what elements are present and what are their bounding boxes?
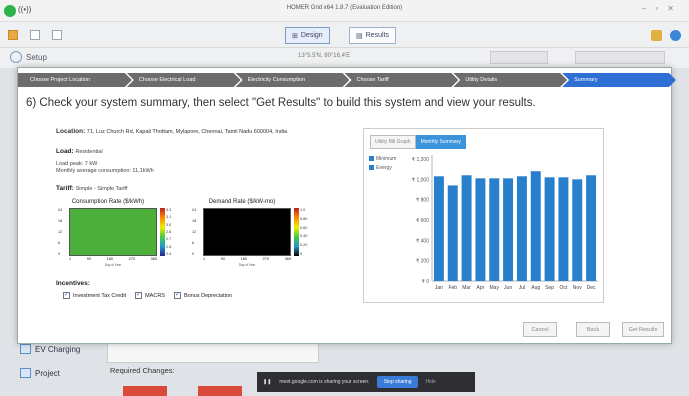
toolbar-field-2[interactable] [575, 51, 665, 64]
x-tick-label: Feb [448, 285, 457, 291]
consumption-rate-plot: Consumption Rate ($/kWh) 24 18 12 6 0 3.3 3.1… [58, 199, 172, 267]
bar-jan [433, 176, 444, 281]
bar-mar [461, 175, 472, 281]
setup-tab[interactable]: Setup [10, 51, 47, 63]
results-icon: ▤ [356, 32, 363, 40]
bar-oct [558, 177, 569, 281]
x-tick-label: Mar [462, 285, 471, 291]
y-tick-label: ₹ 1,200 [412, 157, 429, 163]
bar-feb [447, 185, 458, 281]
incentives-label: Incentives: [56, 280, 90, 287]
results-button[interactable]: ▤ Results [349, 27, 396, 44]
tariff-row: Tariff: Simple - Simple Tariff [56, 185, 128, 192]
window-controls[interactable]: –▫✕ [642, 4, 683, 13]
x-tick-label: Jul [519, 285, 525, 291]
bar-nov [572, 179, 583, 281]
project-icon [20, 368, 31, 378]
checkbox-icon: ✓ [135, 292, 143, 299]
x-tick-label: Jun [504, 285, 512, 291]
required-changes-label: Required Changes: [110, 366, 175, 375]
checkbox-icon: ✓ [63, 292, 70, 299]
x-tick-label: Apr [477, 285, 485, 291]
sub-bar: Setup 13°5.5'N, 80°16.4'E [0, 48, 689, 68]
incentives-list: ✓ Investment Tax Credit ✓ MACRS ✓ Bonus Dep… [63, 292, 232, 299]
back-button[interactable]: Back [576, 322, 610, 337]
wizard-steps: Choose Project Location Choose Electrica… [18, 73, 671, 87]
lock-icon[interactable] [651, 30, 662, 41]
x-tick-label: Sep [545, 285, 554, 291]
consumption-colorbar [160, 208, 165, 256]
demand-colorbar [294, 208, 299, 256]
save-icon[interactable] [52, 30, 62, 40]
step-tariff[interactable]: Choose Tariff [344, 73, 458, 87]
y-tick-label: ₹ 800 [416, 198, 429, 204]
toolbar-field[interactable] [490, 51, 548, 64]
bar-dec [586, 175, 597, 281]
sidebar-item-ev-charging[interactable]: EV Charging [20, 344, 80, 354]
x-tick-label: Oct [560, 285, 568, 291]
page-title: 6) Check your system summary, then selec… [26, 97, 536, 109]
bar-sep [544, 177, 555, 281]
design-icon: ⊞ [292, 32, 298, 40]
y-tick-label: ₹ 0 [422, 279, 430, 285]
x-tick-label: May [490, 285, 500, 291]
sidebar-item-project[interactable]: Project [20, 368, 60, 378]
x-tick-label: Dec [587, 285, 596, 291]
new-file-icon[interactable] [30, 30, 40, 40]
itc-checkbox[interactable]: ✓ Investment Tax Credit [63, 292, 126, 299]
share-message: meet.google.com is sharing your screen. [279, 379, 370, 385]
macrs-checkbox[interactable]: ✓ MACRS [135, 292, 165, 299]
y-tick-label: ₹ 1,000 [412, 177, 429, 183]
consumption-heatmap [69, 208, 157, 256]
demand-rate-plot: Demand Rate ($/kW-mo) 24 18 12 6 0 1.0 0.80 0.… [192, 199, 308, 267]
stop-sharing-button[interactable]: Stop sharing [377, 376, 418, 388]
summary-panel: Utility Bill Graph Monthly Summary Minim… [363, 128, 604, 303]
x-tick-label: Jan [435, 285, 443, 291]
bar-jul [516, 176, 527, 281]
location-row: Location: 71, Luz Church Rd, Kapali Thot… [56, 128, 288, 135]
setup-wizard-dialog: Choose Project Location Choose Electrica… [17, 67, 672, 344]
y-tick-label: ₹ 600 [416, 218, 429, 224]
coordinates: 13°5.5'N, 80°16.4'E [298, 53, 351, 59]
y-tick-label: ₹ 400 [416, 238, 429, 244]
title-bar: ((•)) HOMER Grid x64 1.8.7 (Evaluation E… [0, 0, 689, 22]
ev-charging-icon [20, 344, 31, 354]
screen-share-bar: ❚❚ meet.google.com is sharing your scree… [257, 372, 475, 392]
step-utility-details[interactable]: Utility Details [453, 73, 567, 87]
bar-aug [530, 171, 541, 281]
window-title: HOMER Grid x64 1.8.7 (Evaluation Edition… [286, 5, 403, 11]
bar-jun [503, 178, 514, 281]
bar-apr [475, 178, 486, 281]
step-electrical-load[interactable]: Choose Electrical Load [127, 73, 241, 87]
bonus-depreciation-checkbox[interactable]: ✓ Bonus Depreciation [173, 292, 232, 299]
settings-icon[interactable] [670, 30, 681, 41]
step-project-location[interactable]: Choose Project Location [18, 73, 132, 87]
y-tick-label: ₹ 200 [416, 259, 429, 265]
x-tick-label: Aug [531, 285, 540, 291]
get-results-button[interactable]: Get Results [622, 322, 664, 337]
checkbox-icon: ✓ [173, 292, 181, 299]
pause-icon: ❚❚ [263, 379, 272, 385]
hide-button[interactable]: Hide [426, 379, 436, 385]
demand-heatmap [203, 208, 291, 256]
cancel-button[interactable]: Cancel [523, 322, 557, 337]
setup-icon [10, 51, 22, 63]
step-electricity-consumption[interactable]: Electricity Consumption [236, 73, 350, 87]
bar-may [489, 178, 500, 281]
toolbar: ⊞ Design ▤ Results [0, 22, 689, 48]
design-button[interactable]: ⊞ Design [285, 27, 330, 44]
x-tick-label: Nov [573, 285, 582, 291]
open-folder-icon[interactable] [8, 30, 18, 40]
load-section: Load: Residential Load peak: 7 kW Monthl… [56, 148, 154, 174]
step-summary[interactable]: Summary [562, 73, 676, 87]
monthly-bar-chart: ₹ 1,200 ₹ 1,000 ₹ 800 ₹ 600 ₹ 400 ₹ 200 ₹ 0 Jan… [412, 155, 598, 291]
required-change-button-2[interactable] [198, 386, 242, 396]
required-change-button-1[interactable] [123, 386, 167, 396]
